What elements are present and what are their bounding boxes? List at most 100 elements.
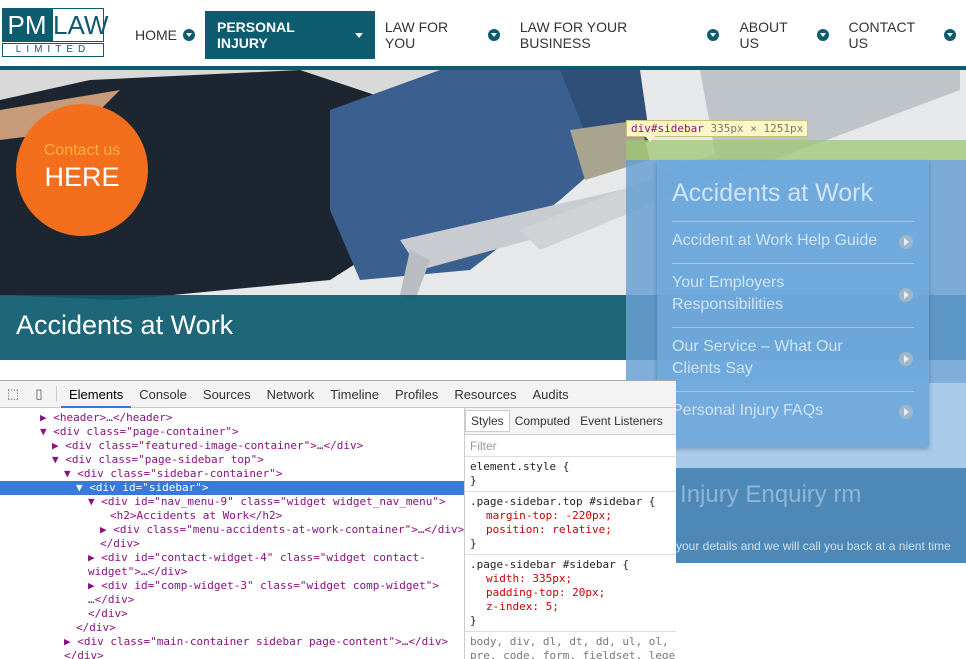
css-property[interactable]: z-index: 5;	[470, 600, 671, 614]
site-logo[interactable]: PM LAW LIMITED	[2, 8, 109, 58]
dom-node[interactable]: ▶ <div id="contact-widget-4" class="widg…	[88, 551, 426, 565]
tab-audits[interactable]: Audits	[524, 381, 576, 408]
dom-node[interactable]: </div>	[64, 649, 104, 659]
nav-label: ABOUT US	[739, 19, 788, 51]
enquiry-subtitle: your details and we will call you back a…	[676, 539, 951, 553]
element-size-tooltip: div#sidebar 335px × 1251px	[626, 120, 809, 142]
contact-small-label: Contact us	[43, 142, 121, 159]
highlight-margin	[626, 140, 966, 160]
divider	[672, 391, 914, 392]
styles-pane: Styles Computed Event Listeners Filter e…	[465, 408, 676, 659]
tab-profiles[interactable]: Profiles	[387, 381, 446, 408]
nav-item-law-for-your-business[interactable]: LAW FOR YOUR BUSINESS	[510, 11, 730, 59]
tab-styles[interactable]: Styles	[465, 410, 510, 432]
rule-close: }	[470, 614, 477, 627]
page-title: Accidents at Work	[16, 310, 234, 340]
dom-node[interactable]: ▶ <div class="menu-accidents-at-work-con…	[100, 523, 464, 537]
page-root: PM LAW LIMITED HOME PERSONAL INJURY LAW …	[0, 0, 966, 659]
tab-sources[interactable]: Sources	[195, 381, 259, 408]
dom-node[interactable]: </div>	[88, 607, 128, 621]
dom-node[interactable]: widget">…</div>	[88, 565, 187, 579]
styles-tabs: Styles Computed Event Listeners	[465, 408, 676, 435]
dom-node-selected[interactable]: ▼ <div id="sidebar">	[0, 481, 464, 495]
dom-node[interactable]: ▼ <div class="page-sidebar top">	[52, 453, 264, 467]
dom-node[interactable]: ▼ <div class="page-container">	[40, 425, 239, 439]
nav-item-about-us[interactable]: ABOUT US	[729, 11, 838, 59]
rule-close: }	[470, 474, 477, 487]
arrow-right-icon	[899, 235, 913, 249]
nav-item-home[interactable]: HOME	[125, 11, 205, 59]
tab-timeline[interactable]: Timeline	[322, 381, 387, 408]
chevron-down-icon	[816, 29, 829, 41]
enquiry-title: rsonal Injury Enquiry rm	[626, 481, 862, 508]
dom-node[interactable]: <h2>Accidents at Work</h2>	[110, 509, 282, 523]
rule-selector: body, div, dl, dt, dd, ul, ol,	[470, 635, 669, 648]
dom-node[interactable]: </div>	[76, 621, 116, 635]
sidebar-link-employers[interactable]: Your Employers Responsibilities	[672, 272, 892, 316]
arrow-right-icon	[899, 405, 913, 419]
dom-node[interactable]: ▶ <div class="main-container sidebar pag…	[64, 635, 448, 649]
tab-network[interactable]: Network	[259, 381, 323, 408]
nav-label: CONTACT US	[848, 19, 915, 51]
logo-limited: LIMITED	[2, 43, 104, 57]
devtools-toolbar: ⬚ ▯ Elements Console Sources Network Tim…	[0, 381, 676, 408]
chevron-down-icon	[183, 29, 195, 41]
arrow-right-icon	[899, 288, 913, 302]
arrow-right-icon	[899, 352, 913, 366]
chevron-down-icon	[707, 29, 720, 41]
dom-node[interactable]: ▼ <div class="sidebar-container">	[64, 467, 283, 481]
enquiry-widget: rsonal Injury Enquiry rm your details an…	[626, 468, 966, 563]
nav-label: LAW FOR YOU	[384, 19, 449, 51]
nav-label: PERSONAL INJURY	[217, 19, 295, 51]
dom-node[interactable]: ▼ <div id="nav_menu-9" class="widget wid…	[88, 495, 446, 509]
dom-node[interactable]: …</div>	[88, 593, 134, 607]
tooltip-tag: div#sidebar	[631, 122, 704, 135]
css-rule: .page-sidebar #sidebar { width: 335px; p…	[465, 555, 676, 632]
inspect-icon[interactable]: ⬚	[0, 381, 26, 408]
contact-big-label: HERE	[44, 162, 120, 192]
dom-node[interactable]: </div>	[100, 537, 140, 551]
sidebar-menu: Accidents at Work Accident at Work Help …	[657, 160, 929, 447]
device-mode-icon[interactable]: ▯	[26, 381, 52, 408]
sidebar-title: Accidents at Work	[672, 179, 874, 207]
nav-item-contact-us[interactable]: CONTACT US	[839, 11, 966, 59]
sidebar-link-help-guide[interactable]: Accident at Work Help Guide	[672, 230, 892, 252]
nav-item-law-for-you[interactable]: LAW FOR YOU	[375, 11, 510, 59]
divider	[56, 386, 57, 402]
nav-label: LAW FOR YOUR BUSINESS	[519, 19, 628, 51]
main-nav: HOME PERSONAL INJURY LAW FOR YOU LAW FOR…	[125, 11, 966, 59]
css-rule: body, div, dl, dt, dd, ul, ol, pre, code…	[465, 632, 676, 659]
dom-node[interactable]: ▶ <div id="comp-widget-3" class="widget …	[88, 579, 439, 593]
css-property[interactable]: position: relative;	[470, 523, 671, 537]
nav-label: HOME	[135, 27, 177, 43]
dom-tree: ▶ <header>…</header> ▼ <div class="page-…	[0, 408, 464, 659]
tab-computed[interactable]: Computed	[510, 411, 575, 431]
dom-node[interactable]: ▶ <div class="featured-image-container">…	[52, 439, 363, 453]
divider	[672, 221, 914, 222]
logo-law: LAW	[52, 8, 109, 42]
devtools-panel: ⬚ ▯ Elements Console Sources Network Tim…	[0, 380, 676, 659]
nav-item-personal-injury[interactable]: PERSONAL INJURY	[205, 11, 375, 59]
css-property[interactable]: margin-top: -220px;	[470, 509, 671, 523]
css-property[interactable]: padding-top: 20px;	[470, 586, 671, 600]
tab-console[interactable]: Console	[131, 381, 195, 408]
caret-down-icon	[354, 32, 363, 38]
css-rule: element.style { }	[465, 457, 676, 492]
tab-resources[interactable]: Resources	[446, 381, 524, 408]
rule-selector: .page-sidebar.top #sidebar {	[470, 495, 656, 508]
divider	[672, 327, 914, 328]
css-property[interactable]: width: 335px;	[470, 572, 671, 586]
tooltip-dims: 335px × 1251px	[710, 122, 804, 135]
chevron-down-icon	[944, 29, 957, 41]
sidebar-link-our-service[interactable]: Our Service – What Our Clients Say	[672, 336, 892, 380]
sidebar-link-faqs[interactable]: Personal Injury FAQs	[672, 400, 892, 422]
logo-pm: PM	[2, 8, 52, 42]
dom-node[interactable]: ▶ <header>…</header>	[40, 411, 172, 425]
contact-us-button[interactable]: Contact us HERE	[16, 104, 148, 236]
rule-close: }	[470, 537, 477, 550]
styles-filter-input[interactable]: Filter	[465, 435, 676, 457]
tab-elements[interactable]: Elements	[61, 381, 132, 408]
rule-selector: .page-sidebar #sidebar {	[470, 558, 629, 571]
tab-event-listeners[interactable]: Event Listeners	[575, 411, 668, 431]
divider	[672, 263, 914, 264]
